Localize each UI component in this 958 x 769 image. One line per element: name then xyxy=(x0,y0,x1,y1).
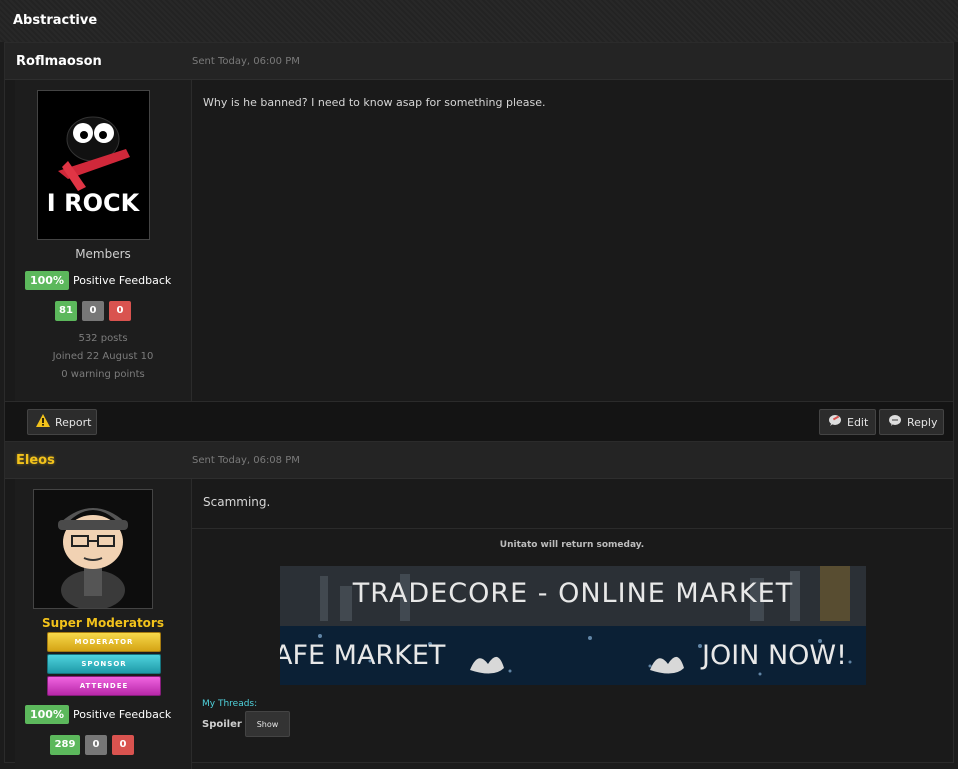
reply-label: Reply xyxy=(907,415,938,429)
avatar[interactable] xyxy=(33,489,153,609)
reply-button[interactable]: Reply xyxy=(879,409,944,435)
avatar[interactable]: I ROCK xyxy=(37,90,150,240)
post-footer: Report Edit Reply xyxy=(5,401,953,442)
post-count: 532 posts xyxy=(78,333,128,344)
signature-line: Unitato will return someday. xyxy=(499,540,645,550)
report-button[interactable]: Report xyxy=(27,409,97,435)
join-date: Joined 22 August 10 xyxy=(52,351,154,362)
edit-label: Edit xyxy=(847,415,869,429)
warning-points: 0 warning points xyxy=(61,369,145,380)
forum-topbar: Abstractive xyxy=(0,0,958,42)
feedback[interactable]: 100% Positive Feedback xyxy=(25,704,171,724)
post-message: Scamming. xyxy=(203,495,271,509)
feedback-percent: 100% xyxy=(25,271,69,290)
topic-title: Abstractive xyxy=(13,13,98,28)
edit-button[interactable]: Edit xyxy=(819,409,876,435)
post-header: Roflmaoson Sent Today, 06:00 PM xyxy=(5,43,953,80)
attendee-badge: ATTENDEE xyxy=(47,676,161,696)
signature-divider xyxy=(192,528,952,529)
author-name[interactable]: Eleos xyxy=(16,453,55,468)
avatar-text: I ROCK xyxy=(47,189,141,217)
feedback[interactable]: 100% Positive Feedback xyxy=(25,270,171,290)
my-threads-label: My Threads: xyxy=(202,699,258,709)
feedback-label: Positive Feedback xyxy=(72,274,172,287)
author-name[interactable]: Roflmaoson xyxy=(16,54,102,69)
post-message: Why is he banned? I need to know asap fo… xyxy=(203,96,546,109)
moderator-badge: MODERATOR xyxy=(47,632,161,652)
banner-title: TRADECORE - ONLINE MARKET xyxy=(352,578,794,609)
banner-right-text: JOIN NOW! xyxy=(702,640,847,671)
sponsor-badge: SPONSOR xyxy=(47,654,161,674)
user-group: Members xyxy=(75,247,131,261)
post: Roflmaoson Sent Today, 06:00 PM I ROCK M… xyxy=(4,42,954,442)
feedback-label: Positive Feedback xyxy=(72,708,172,721)
post-header: Eleos Sent Today, 06:08 PM xyxy=(5,442,953,479)
spoiler-label: Spoiler xyxy=(202,719,242,730)
rep-negative: 0 xyxy=(112,735,134,755)
rep-neutral: 0 xyxy=(82,301,104,321)
banner-left-text: AFE MARKET xyxy=(280,640,446,671)
post-date: Sent Today, 06:08 PM xyxy=(192,455,300,466)
report-label: Report xyxy=(55,415,92,429)
reputation: 289 0 0 xyxy=(50,732,139,755)
user-group: Super Moderators xyxy=(42,616,164,630)
edit-icon xyxy=(828,414,842,431)
warning-icon xyxy=(36,414,50,430)
post: Eleos Sent Today, 06:08 PM Super Moderat… xyxy=(4,441,954,769)
author-sidebar: Super Moderators MODERATOR SPONSOR ATTEN… xyxy=(15,479,192,769)
spoiler-show-button[interactable]: Show xyxy=(245,711,290,737)
author-sidebar: I ROCK Members 100% Positive Feedback 81 0… xyxy=(15,80,192,401)
speech-bubble-icon xyxy=(888,414,902,431)
rep-positive: 81 xyxy=(55,301,77,321)
rep-neutral: 0 xyxy=(85,735,107,755)
post-date: Sent Today, 06:00 PM xyxy=(192,56,300,67)
reputation: 81 0 0 xyxy=(55,298,136,321)
rep-positive: 289 xyxy=(50,735,80,755)
feedback-percent: 100% xyxy=(25,705,69,724)
rep-negative: 0 xyxy=(109,301,131,321)
signature-banner[interactable]: TRADECORE - ONLINE MARKET AFE MARKET JOI… xyxy=(280,566,866,685)
